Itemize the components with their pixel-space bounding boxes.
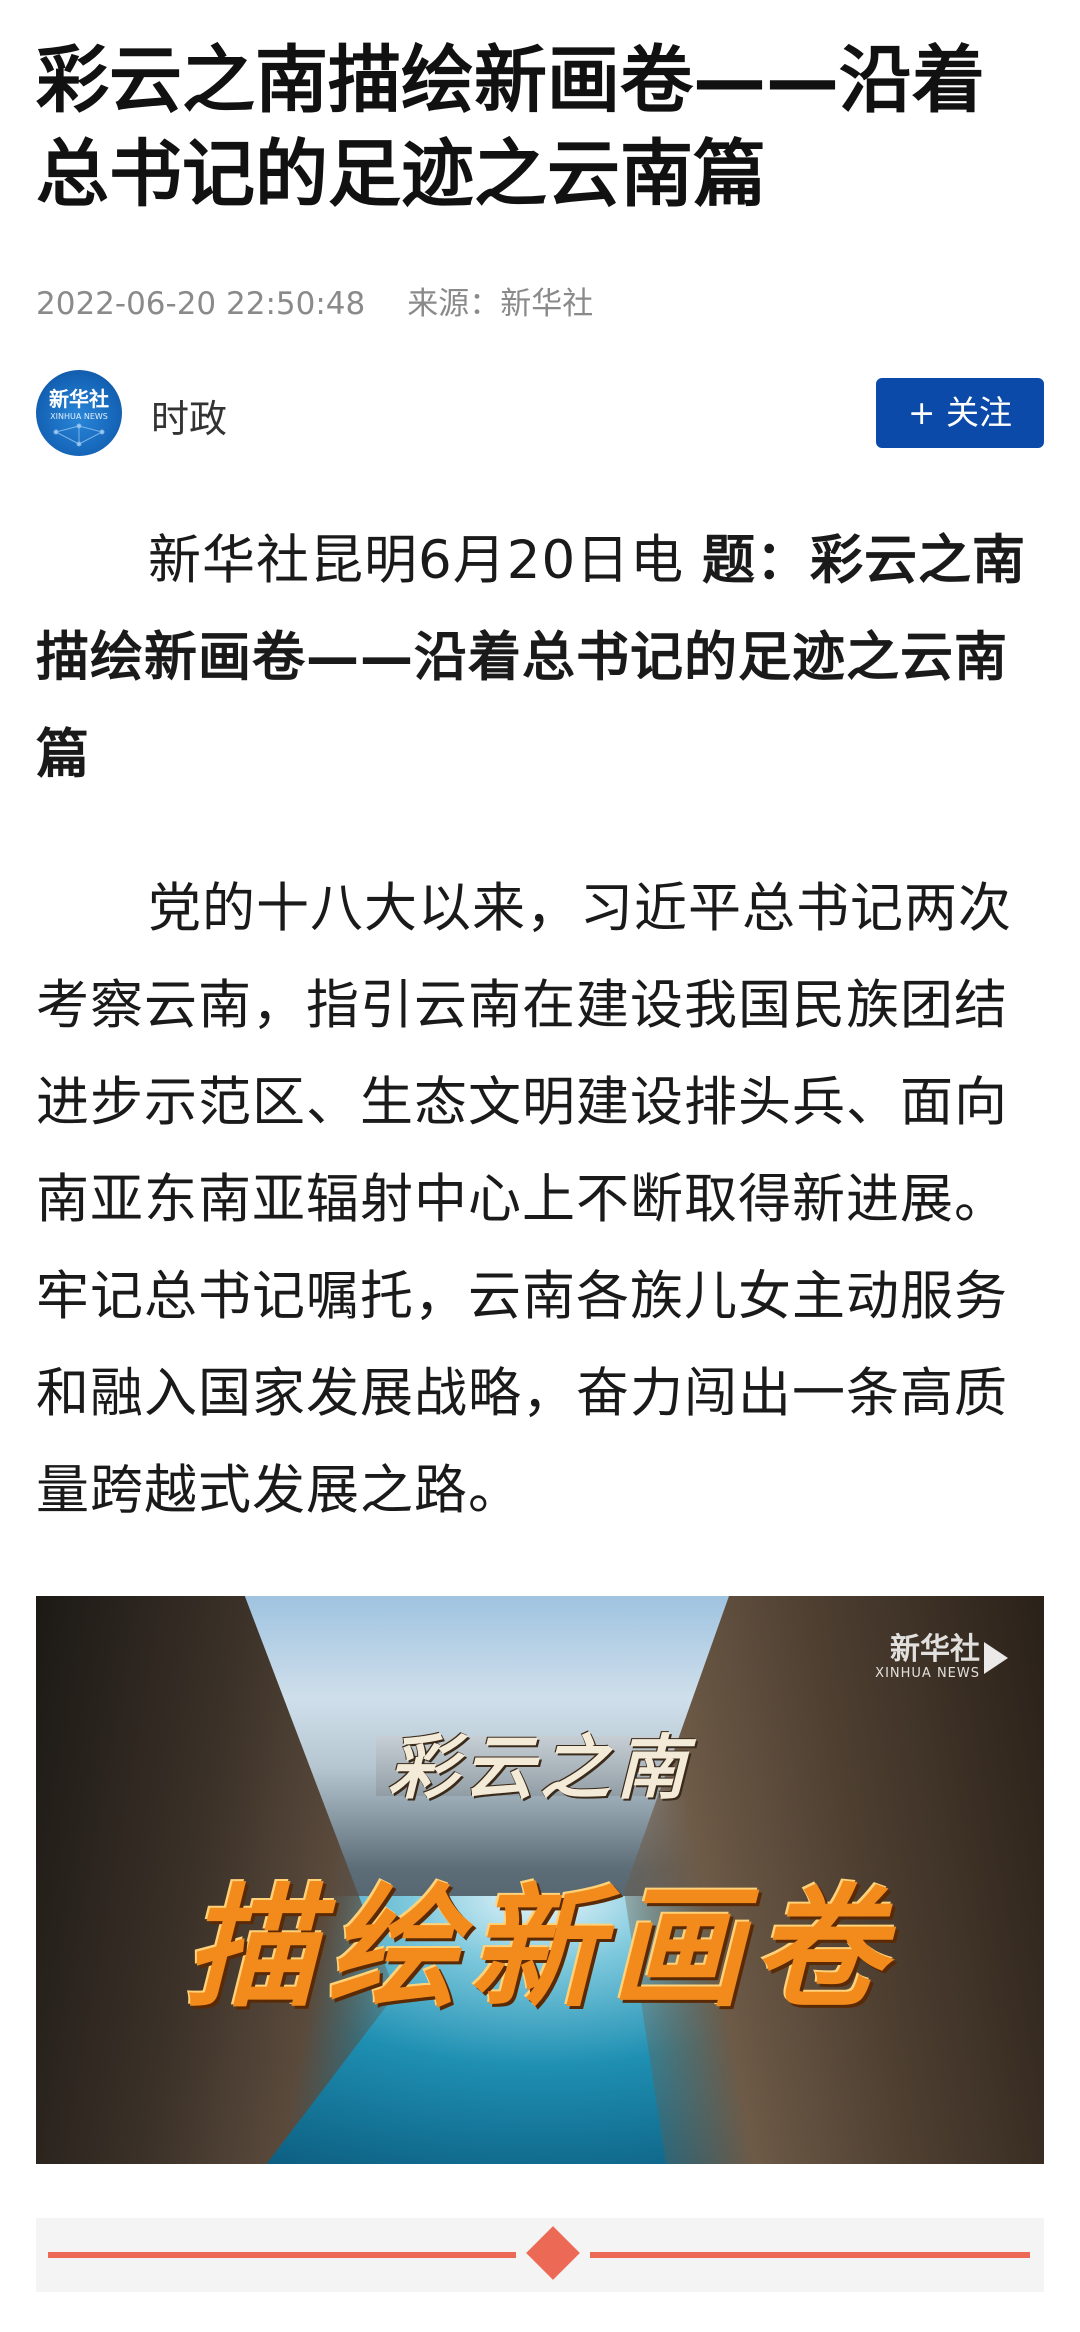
article-source: 来源：新华社 (407, 286, 594, 322)
follow-button[interactable]: + 关注 (876, 378, 1044, 448)
image-caption-big: 描绘新画卷 (185, 1871, 895, 2026)
play-icon[interactable] (984, 1642, 1008, 1674)
image-caption-small: 彩云之南 (388, 1726, 692, 1809)
xinhua-logo-avatar[interactable]: 新华社 XINHUA NEWS (36, 370, 122, 456)
lead-paragraph: 新华社昆明6月20日电 题：彩云之南描绘新画卷——沿着总书记的足迹之云南篇 (36, 512, 1044, 803)
section-divider (36, 2218, 1044, 2292)
channel-name[interactable]: 时政 (151, 388, 227, 443)
divider-line-left (48, 2252, 516, 2258)
publish-date: 2022-06-20 22:50:48 (36, 286, 366, 322)
logo-text: 新华社 (49, 387, 109, 411)
logo-subtext: XINHUA NEWS (50, 412, 108, 421)
dateline: 新华社昆明6月20日电 (148, 530, 703, 591)
diamond-icon (526, 2226, 580, 2280)
watermark-en: XINHUA NEWS (875, 1666, 980, 1681)
article-title: 彩云之南描绘新画卷——沿着总书记的足迹之云南篇 (36, 38, 985, 217)
watermark-cn: 新华社 (890, 1632, 980, 1667)
divider-line-right (590, 2252, 1030, 2258)
author-row: 新华社 XINHUA NEWS 时政 + 关注 (36, 370, 1044, 458)
article-meta: 2022-06-20 22:50:48 来源：新华社 (36, 278, 593, 323)
body-paragraph: 党的十八大以来，习近平总书记两次考察云南，指引云南在建设我国民族团结进步示范区、… (36, 878, 1012, 1521)
video-cover-image[interactable]: 彩云之南 描绘新画卷 新华社 XINHUA NEWS (36, 1596, 1044, 2164)
xinhua-watermark: 新华社 XINHUA NEWS (875, 1634, 980, 1682)
